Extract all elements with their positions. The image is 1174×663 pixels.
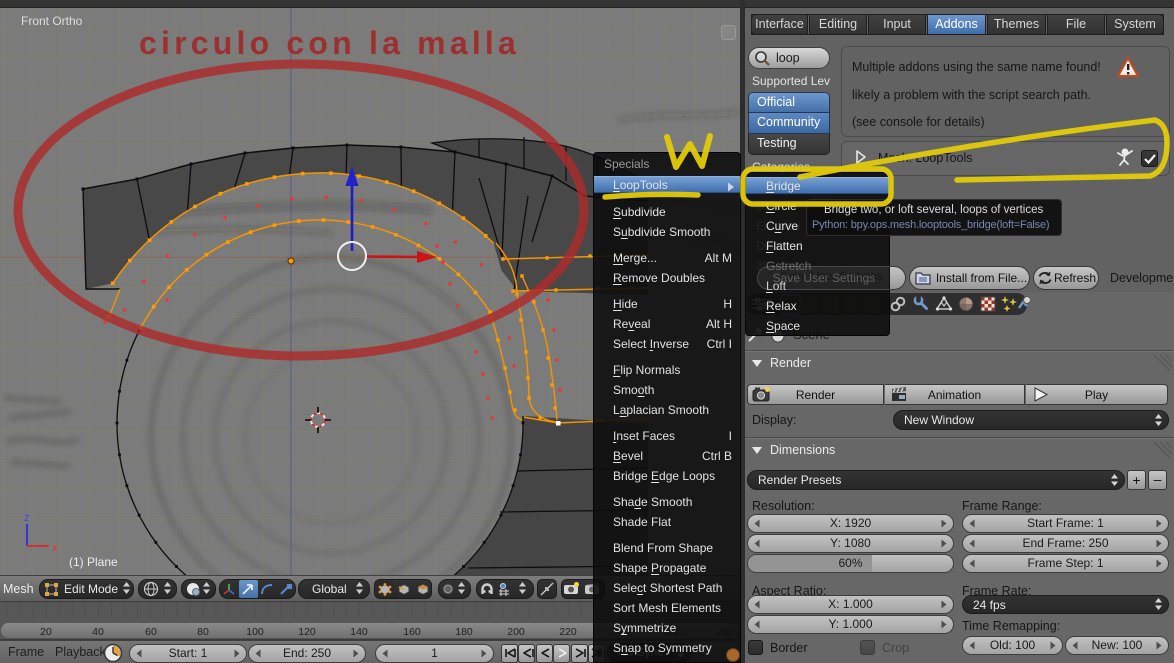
svg-text:120: 120 — [298, 626, 316, 638]
svg-text:40: 40 — [92, 626, 104, 638]
svg-text:circulo con la malla: circulo con la malla — [139, 25, 520, 61]
svg-text:20: 20 — [40, 626, 52, 638]
svg-text:160: 160 — [403, 626, 421, 638]
svg-text:180: 180 — [455, 626, 473, 638]
svg-text:140: 140 — [350, 626, 368, 638]
svg-text:220: 220 — [559, 626, 577, 638]
svg-text:80: 80 — [197, 626, 209, 638]
svg-text:60: 60 — [145, 626, 157, 638]
svg-text:x: x — [52, 542, 58, 554]
svg-text:100: 100 — [246, 626, 264, 638]
svg-text:200: 200 — [507, 626, 525, 638]
svg-text:z: z — [24, 512, 30, 524]
